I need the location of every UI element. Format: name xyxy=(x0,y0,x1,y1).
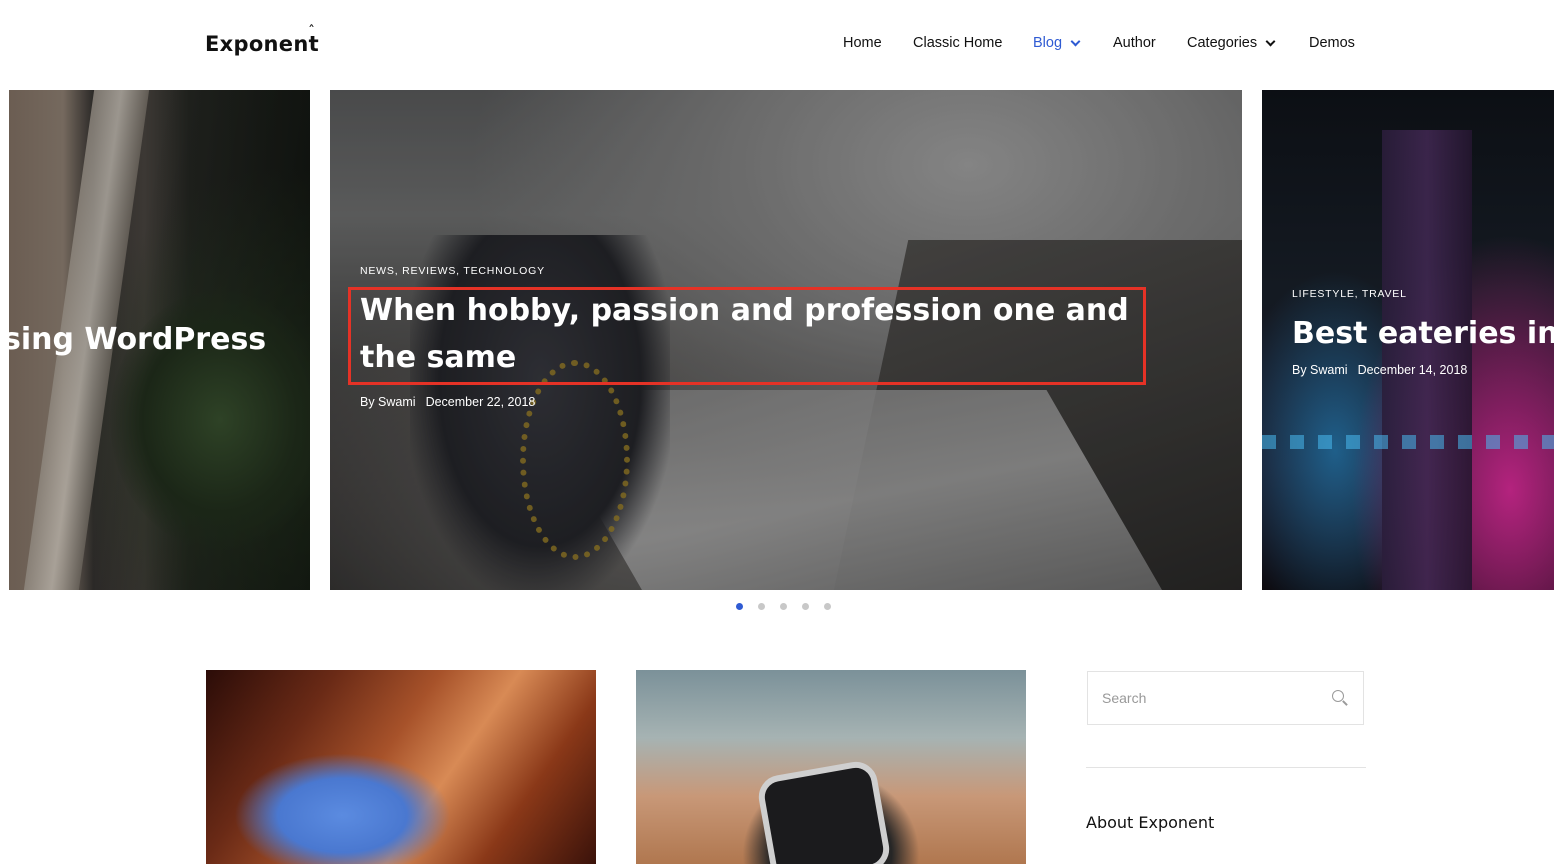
nav-item-classic-home[interactable]: Classic Home xyxy=(913,35,1002,51)
watch-image-detail xyxy=(755,758,893,864)
search-icon[interactable] xyxy=(1331,689,1349,707)
slider-dot[interactable] xyxy=(736,603,743,610)
nav-item-author[interactable]: Author xyxy=(1113,35,1156,51)
slide-previous-content: sing WordPress xyxy=(9,316,266,363)
slider-dot[interactable] xyxy=(802,603,809,610)
slide-current[interactable]: NEWS, REVIEWS, TECHNOLOGY When hobby, pa… xyxy=(330,90,1242,590)
slider-dot[interactable] xyxy=(780,603,787,610)
slide-author[interactable]: By Swami xyxy=(1292,363,1348,377)
slider-dot[interactable] xyxy=(758,603,765,610)
chevron-down-icon xyxy=(1265,36,1276,46)
slide-date: December 22, 2018 xyxy=(425,395,536,409)
logo-text: Exponent xyxy=(205,32,319,56)
slide-categories[interactable]: LIFESTYLE, TRAVEL xyxy=(1292,288,1554,300)
slide-author[interactable]: By Swami xyxy=(360,395,416,409)
post-thumbnail[interactable] xyxy=(206,670,596,864)
search-input[interactable] xyxy=(1102,690,1331,706)
nav-item-blog[interactable]: Blog xyxy=(1033,35,1081,51)
nav-item-categories[interactable]: Categories xyxy=(1187,35,1276,51)
slide-image-detail xyxy=(1262,435,1554,449)
chevron-down-icon xyxy=(1070,36,1081,46)
slider-dot[interactable] xyxy=(824,603,831,610)
slide-previous[interactable]: sing WordPress xyxy=(9,90,310,590)
slide-title[interactable]: Best eateries in M xyxy=(1292,310,1554,357)
about-widget-title: About Exponent xyxy=(1086,813,1215,832)
post-thumbnail[interactable] xyxy=(636,670,1026,864)
slide-next-content: LIFESTYLE, TRAVEL Best eateries in M By … xyxy=(1292,288,1554,377)
sidebar-divider xyxy=(1086,767,1366,768)
slide-date: December 14, 2018 xyxy=(1357,363,1468,377)
nav-item-home[interactable]: Home xyxy=(843,35,882,51)
slide-title[interactable]: When hobby, passion and profession one a… xyxy=(360,287,1160,381)
slide-title[interactable]: sing WordPress xyxy=(9,316,266,363)
slide-meta: By Swami December 14, 2018 xyxy=(1292,363,1554,377)
logo-mark: ˆ xyxy=(308,24,316,40)
nav-item-demos[interactable]: Demos xyxy=(1309,35,1355,51)
slide-categories[interactable]: NEWS, REVIEWS, TECHNOLOGY xyxy=(360,265,1160,277)
slide-meta: By Swami December 22, 2018 xyxy=(360,395,1160,409)
site-logo[interactable]: Exponent ˆ xyxy=(205,24,319,56)
slide-current-content: NEWS, REVIEWS, TECHNOLOGY When hobby, pa… xyxy=(360,265,1160,409)
search-widget xyxy=(1087,671,1364,725)
site-header: Exponent ˆ Home Classic Home Blog Author… xyxy=(0,0,1554,90)
slide-next[interactable]: LIFESTYLE, TRAVEL Best eateries in M By … xyxy=(1262,90,1554,590)
slider-pagination xyxy=(736,603,831,610)
